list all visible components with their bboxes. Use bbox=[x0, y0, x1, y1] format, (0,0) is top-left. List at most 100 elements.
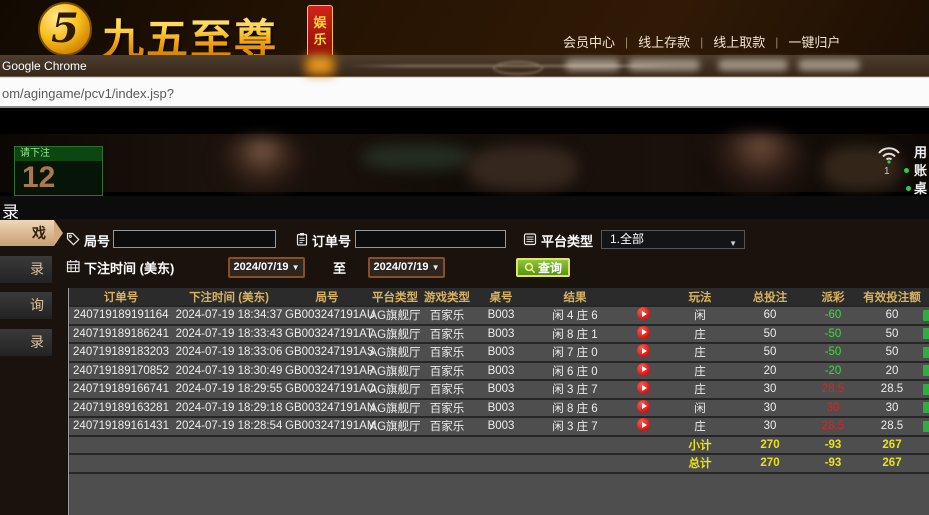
platform-list-icon bbox=[523, 232, 537, 246]
total-row: 总计 270 -93 267 bbox=[69, 455, 929, 474]
blurred-account-info bbox=[628, 59, 700, 71]
play-video-button[interactable] bbox=[637, 344, 650, 357]
order-no-label: 订单号 bbox=[312, 231, 351, 250]
cell-bet-time: 2024-07-19 18:28:54 bbox=[173, 420, 285, 432]
casino-video-scene bbox=[0, 134, 929, 192]
subtotal-row: 小计 270 -93 267 bbox=[69, 437, 929, 456]
play-icon bbox=[642, 329, 647, 335]
cell-play: 闲 bbox=[665, 400, 735, 416]
sidebar-tab-records[interactable]: 录 bbox=[0, 329, 52, 356]
cell-result: 闲 4 庄 6 bbox=[529, 307, 621, 323]
cell-play: 庄 bbox=[665, 326, 735, 342]
cell-bet-time: 2024-07-19 18:33:06 bbox=[173, 346, 285, 358]
table-row: 240719189170852 2024-07-19 18:30:49 GB00… bbox=[69, 363, 929, 382]
play-icon bbox=[642, 403, 647, 409]
cell-round-no: GB003247191AU bbox=[285, 309, 369, 321]
clipped-info-labels: 用 账 桌 bbox=[914, 144, 929, 196]
cell-valid-bet: 60 bbox=[861, 309, 923, 321]
to-label: 至 bbox=[333, 258, 346, 277]
bet-countdown-badge: 请下注 12 bbox=[14, 146, 103, 196]
date-to-picker[interactable]: 2024/07/19 bbox=[368, 257, 445, 278]
cell-play: 庄 bbox=[665, 381, 735, 397]
play-video-button[interactable] bbox=[637, 381, 650, 394]
cell-total-bet: 30 bbox=[735, 402, 805, 414]
cell-bet-time: 2024-07-19 18:29:18 bbox=[173, 402, 285, 414]
clipped-label: 账 bbox=[914, 162, 929, 180]
row-detail-partial-button[interactable] bbox=[923, 310, 929, 321]
countdown-number: 12 bbox=[15, 161, 102, 195]
clipboard-icon bbox=[295, 232, 309, 246]
blurred-account-info bbox=[718, 59, 788, 71]
logo-coin-icon: 5 bbox=[38, 2, 92, 56]
sidebar-tab-report-query[interactable]: 询 bbox=[0, 292, 52, 319]
round-no-input[interactable] bbox=[113, 230, 276, 248]
sidebar-tab-bet-records[interactable]: 录 bbox=[0, 256, 52, 283]
table-row: 240719189161431 2024-07-19 18:28:54 GB00… bbox=[69, 418, 929, 437]
total-total-bet: 270 bbox=[735, 457, 805, 469]
nav-member-center[interactable]: 会员中心 bbox=[563, 32, 615, 51]
cell-platform: AG旗舰厅 bbox=[369, 326, 421, 342]
play-video-button[interactable] bbox=[637, 363, 650, 376]
browser-address-bar[interactable]: om/agingame/pcv1/index.jsp? bbox=[0, 77, 929, 108]
cell-payout: 28.5 bbox=[805, 420, 861, 432]
cell-round-no: GB003247191AT bbox=[285, 328, 369, 340]
row-detail-partial-button[interactable] bbox=[923, 421, 929, 432]
nav-online-deposit[interactable]: 线上存款 bbox=[638, 32, 690, 51]
total-label: 总计 bbox=[665, 455, 735, 471]
search-button-label: 查询 bbox=[538, 259, 562, 276]
nav-divider: | bbox=[775, 35, 778, 49]
bet-status-label: 请下注 bbox=[15, 147, 102, 161]
cell-platform: AG旗舰厅 bbox=[369, 363, 421, 379]
cell-table-no: B003 bbox=[473, 383, 529, 395]
play-video-button[interactable] bbox=[637, 307, 650, 320]
cell-result: 闲 8 庄 1 bbox=[529, 326, 621, 342]
cell-bet-time: 2024-07-19 18:30:49 bbox=[173, 365, 285, 377]
row-detail-partial-button[interactable] bbox=[923, 347, 929, 358]
sidebar-tab-game[interactable]: 戏 bbox=[0, 220, 54, 246]
cell-order-no: 240719189191164 bbox=[69, 309, 173, 321]
cell-total-bet: 30 bbox=[735, 383, 805, 395]
bet-records-table: 订单号 下注时间 (美东) 局号 平台类型 游戏类型 桌号 结果 玩法 总投注 … bbox=[68, 288, 929, 515]
cell-game-type: 百家乐 bbox=[421, 307, 473, 323]
cell-round-no: GB003247191AP bbox=[285, 365, 369, 377]
nav-one-key-transfer[interactable]: 一键归户 bbox=[788, 32, 840, 51]
table-silhouette bbox=[468, 146, 578, 190]
row-detail-partial-button[interactable] bbox=[923, 365, 929, 376]
nav-online-withdraw[interactable]: 线上取款 bbox=[713, 32, 765, 51]
cell-result: 闲 6 庄 0 bbox=[529, 363, 621, 379]
cell-play: 庄 bbox=[665, 418, 735, 434]
cell-valid-bet: 20 bbox=[861, 365, 923, 377]
subtotal-valid-bet: 267 bbox=[861, 439, 923, 451]
badge-char: 乐 bbox=[313, 32, 326, 47]
cell-platform: AG旗舰厅 bbox=[369, 307, 421, 323]
subtotal-total-bet: 270 bbox=[735, 439, 805, 451]
logo-number: 5 bbox=[51, 9, 79, 49]
cell-payout: 30 bbox=[805, 402, 861, 414]
col-play: 玩法 bbox=[665, 289, 735, 305]
search-button[interactable]: 查询 bbox=[516, 258, 570, 277]
cell-game-type: 百家乐 bbox=[421, 400, 473, 416]
cell-platform: AG旗舰厅 bbox=[369, 344, 421, 360]
url-text: om/agingame/pcv1/index.jsp? bbox=[2, 86, 174, 101]
play-video-button[interactable] bbox=[637, 326, 650, 339]
total-payout: -93 bbox=[805, 457, 861, 469]
table-row: 240719189163281 2024-07-19 18:29:18 GB00… bbox=[69, 400, 929, 419]
date-from-picker[interactable]: 2024/07/19 bbox=[228, 257, 305, 278]
col-result: 结果 bbox=[529, 289, 621, 305]
cell-game-type: 百家乐 bbox=[421, 418, 473, 434]
order-no-input[interactable] bbox=[355, 230, 506, 248]
play-video-button[interactable] bbox=[637, 418, 650, 431]
cell-table-no: B003 bbox=[473, 309, 529, 321]
cell-table-no: B003 bbox=[473, 346, 529, 358]
window-title: Google Chrome bbox=[2, 59, 87, 73]
cell-valid-bet: 50 bbox=[861, 328, 923, 340]
cell-play: 庄 bbox=[665, 363, 735, 379]
cell-order-no: 240719189166741 bbox=[69, 383, 173, 395]
play-video-button[interactable] bbox=[637, 400, 650, 413]
platform-type-select[interactable]: 1.全部 bbox=[601, 230, 745, 249]
cell-game-type: 百家乐 bbox=[421, 363, 473, 379]
page: 5 九五至尊 娱 乐 会员中心| 线上存款| 线上取款| 一键归户 Google… bbox=[0, 0, 929, 515]
row-detail-partial-button[interactable] bbox=[923, 328, 929, 339]
row-detail-partial-button[interactable] bbox=[923, 384, 929, 395]
row-detail-partial-button[interactable] bbox=[923, 402, 929, 413]
